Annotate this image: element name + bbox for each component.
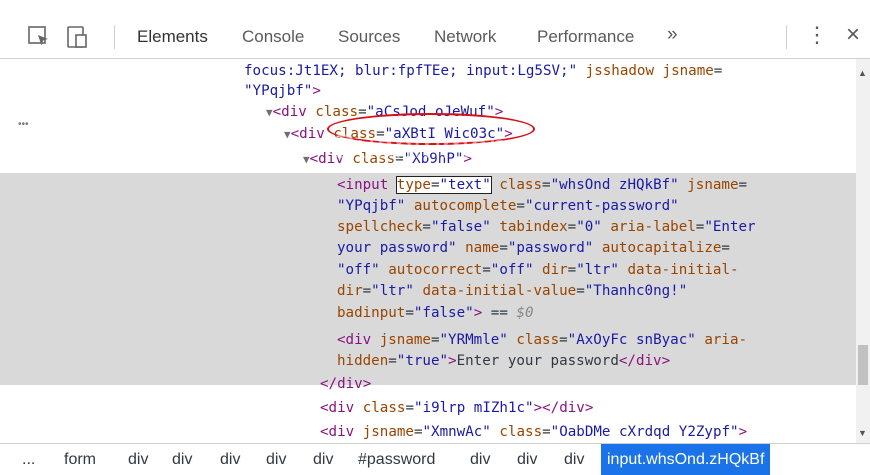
breadcrumb-item[interactable]: div <box>266 444 286 475</box>
device-toggle-icon[interactable] <box>64 24 90 50</box>
expand-triangle-icon: ▼ <box>284 128 291 141</box>
breadcrumb-item-active[interactable]: input.whsOnd.zHQkBf <box>601 444 771 475</box>
vertical-scrollbar[interactable] <box>856 59 870 443</box>
breadcrumb-item[interactable]: #password <box>358 444 435 475</box>
toolbar-separator <box>786 25 787 49</box>
dom-line-selected[interactable]: badinput="false"> == $0 <box>337 303 534 323</box>
tab-network[interactable]: Network <box>434 27 496 47</box>
breadcrumb-item[interactable]: div <box>128 444 148 475</box>
dom-line[interactable]: hidden="true">Enter your password</div> <box>337 351 670 371</box>
dom-line[interactable]: <div class="i9lrp mIZh1c"></div> <box>320 398 593 418</box>
inspect-arrow-icon[interactable] <box>26 24 52 50</box>
devtools-toolbar: Elements Console Sources Network Perform… <box>0 16 870 59</box>
scroll-up-arrow-icon[interactable]: ▲ <box>858 68 867 78</box>
breadcrumb-item[interactable]: div <box>172 444 192 475</box>
dom-line[interactable]: ▼<div class="Xb9hP"> <box>303 149 472 169</box>
breadcrumb-item[interactable]: form <box>64 444 96 475</box>
dom-line-selected[interactable]: dir="ltr" data-initial-value="Thanhc0ng!… <box>337 281 687 301</box>
dom-line-selected[interactable]: spellcheck="false" tabindex="0" aria-lab… <box>337 217 756 237</box>
scrollbar-thumb[interactable] <box>858 345 868 385</box>
dom-line-selected[interactable]: <input type="text" class="whsOnd zHQkBf"… <box>337 175 747 195</box>
gutter-dots-icon[interactable]: ••• <box>18 119 29 130</box>
dom-line[interactable]: focus:Jt1EX; blur:fpfTEe; input:Lg5SV;" … <box>244 61 722 81</box>
dom-line[interactable]: <div jsname="XmnwAc" class="OabDMe cXrdq… <box>320 422 747 442</box>
tab-performance[interactable]: Performance <box>537 27 634 47</box>
breadcrumb-item[interactable]: div <box>470 444 490 475</box>
breadcrumb-more[interactable]: ... <box>22 444 35 475</box>
more-tabs-chevron-icon[interactable]: » <box>667 24 678 46</box>
dom-line[interactable]: "YPqjbf"> <box>244 81 321 101</box>
close-icon[interactable]: × <box>846 21 860 49</box>
dom-line-selected[interactable]: your password" name="password" autocapit… <box>337 238 730 258</box>
breadcrumb-item[interactable]: div <box>517 444 537 475</box>
dom-tree-panel: focus:Jt1EX; blur:fpfTEe; input:Lg5SV;" … <box>0 59 856 443</box>
breadcrumb-item[interactable]: div <box>313 444 333 475</box>
breadcrumb-item[interactable]: div <box>220 444 240 475</box>
expand-triangle-icon: ▼ <box>303 153 310 166</box>
breadcrumb: ... form div div div div div #password d… <box>0 443 870 475</box>
dom-line[interactable]: ▼<div class="aXBtI Wic03c"> <box>284 124 513 144</box>
edited-attribute-box[interactable]: type="text" <box>395 176 492 194</box>
dom-line-selected[interactable]: "off" autocorrect="off" dir="ltr" data-i… <box>337 260 739 280</box>
kebab-menu-icon[interactable]: ⋮ <box>806 22 828 48</box>
dom-line[interactable]: </div> <box>320 374 371 394</box>
scroll-down-arrow-icon[interactable]: ▼ <box>858 428 867 438</box>
dom-line-selected[interactable]: "YPqjbf" autocomplete="current-password" <box>337 196 679 216</box>
expand-triangle-icon: ▼ <box>266 106 273 119</box>
breadcrumb-item[interactable]: div <box>564 444 584 475</box>
dom-line[interactable]: <div jsname="YRMmle" class="AxOyFc snBya… <box>337 330 747 350</box>
tab-sources[interactable]: Sources <box>338 27 400 47</box>
tab-console[interactable]: Console <box>242 27 304 47</box>
tab-elements[interactable]: Elements <box>137 27 208 47</box>
dom-line[interactable]: ▼<div class="aCsJod oJeWuf"> <box>266 102 503 122</box>
toolbar-separator <box>114 25 115 49</box>
